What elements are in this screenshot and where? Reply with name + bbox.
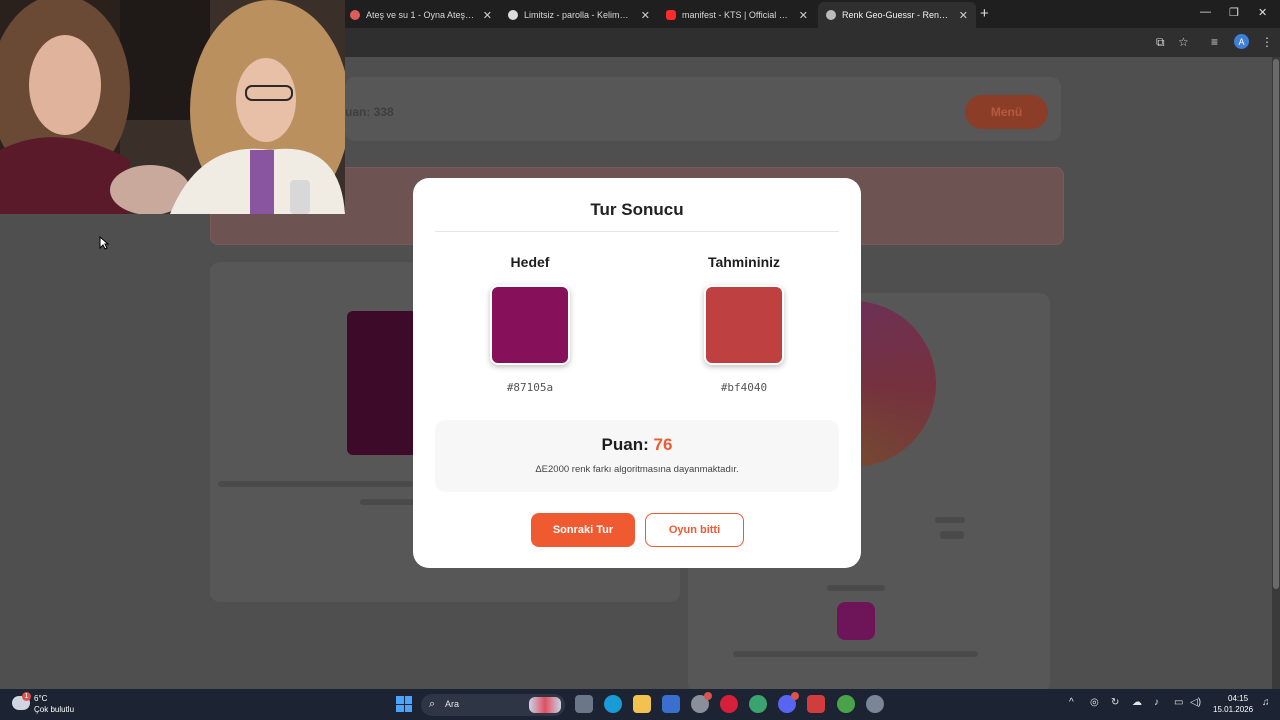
windows-start-icon[interactable] bbox=[396, 696, 412, 712]
score-note: ΔE2000 renk farkı algoritmasına dayanmak… bbox=[535, 464, 739, 475]
menu-button[interactable]: Menü bbox=[965, 95, 1048, 129]
selected-color-label bbox=[827, 585, 885, 591]
browser-app-icon[interactable] bbox=[749, 695, 767, 713]
task-view-icon[interactable] bbox=[575, 695, 593, 713]
volume-icon[interactable]: ◁) bbox=[1190, 697, 1201, 708]
page-scrollbar[interactable] bbox=[1272, 57, 1280, 689]
microphone-icon[interactable]: ♪ bbox=[1154, 697, 1159, 708]
stat-label bbox=[935, 517, 965, 523]
windows-taskbar: 1 6°C Çok bulutlu ⌕ Ara ^ ◎ ↻ ☁ ♪ ▭ ◁) 0… bbox=[0, 689, 1280, 720]
discord-icon[interactable] bbox=[778, 692, 799, 713]
edge-icon[interactable] bbox=[604, 695, 622, 713]
search-icon: ⌕ bbox=[429, 698, 436, 710]
selected-color-swatch bbox=[837, 602, 875, 640]
end-game-button[interactable]: Oyun bitti bbox=[645, 513, 744, 547]
translate-icon[interactable]: ⧉ bbox=[1156, 35, 1165, 50]
browser-tab-3[interactable]: manifest - KTS | Official Music V ✕ bbox=[658, 2, 816, 28]
next-round-button[interactable]: Sonraki Tur bbox=[531, 513, 635, 547]
taskbar-search[interactable]: ⌕ Ara bbox=[421, 694, 565, 716]
new-tab-icon[interactable]: + bbox=[980, 5, 989, 22]
close-window-icon[interactable]: ✕ bbox=[1258, 6, 1267, 19]
search-highlight-icon bbox=[529, 697, 561, 713]
target-color-swatch bbox=[347, 311, 417, 455]
divider bbox=[435, 231, 839, 232]
profile-avatar[interactable]: A bbox=[1234, 34, 1249, 49]
hint-text bbox=[360, 499, 415, 505]
round-result-modal: Tur Sonucu Hedef #87105a Tahmininiz #bf4… bbox=[413, 178, 861, 568]
restore-icon[interactable]: ❐ bbox=[1229, 6, 1239, 19]
modal-title: Tur Sonucu bbox=[590, 200, 684, 219]
target-label: Hedef bbox=[510, 254, 550, 270]
target-color-swatch bbox=[490, 285, 570, 365]
bookmark-star-icon[interactable]: ☆ bbox=[1178, 35, 1189, 49]
weather-alert-badge: 1 bbox=[22, 692, 31, 701]
browser-tab-4-active[interactable]: Renk Geo-Guessr - Renk Algıları ✕ bbox=[818, 2, 976, 28]
close-tab-icon[interactable]: ✕ bbox=[959, 9, 968, 22]
webcam-overlay bbox=[0, 0, 345, 214]
score-box: Puan: 76 ΔE2000 renk farkı algoritmasına… bbox=[435, 420, 839, 492]
guess-label: Tahmininiz bbox=[707, 254, 781, 270]
score-label: Puan: bbox=[601, 435, 649, 454]
weather-description[interactable]: Çok bulutlu bbox=[34, 705, 74, 714]
media-queue-icon[interactable]: ≡ bbox=[1211, 35, 1218, 49]
notification-bell-icon[interactable]: ♫ bbox=[1262, 697, 1270, 708]
globe-favicon-icon bbox=[826, 10, 836, 20]
tab-title: Limitsiz - parolla - Kelime oyunu bbox=[524, 10, 633, 20]
tab-title: Renk Geo-Guessr - Renk Algıları bbox=[842, 10, 951, 20]
guess-column: Tahmininiz #bf4040 bbox=[664, 254, 824, 394]
game-favicon-icon bbox=[350, 10, 360, 20]
mouse-cursor-icon bbox=[99, 236, 109, 250]
score-text: uan: 338 bbox=[345, 105, 394, 119]
tray-sync-icon[interactable]: ◎ bbox=[1090, 697, 1099, 708]
file-explorer-icon[interactable] bbox=[633, 695, 651, 713]
chatgpt-icon[interactable] bbox=[691, 692, 712, 713]
settings-gear-icon[interactable] bbox=[866, 695, 884, 713]
youtube-favicon-icon bbox=[666, 10, 676, 20]
tab-title: manifest - KTS | Official Music V bbox=[682, 10, 791, 20]
stat-value bbox=[940, 531, 964, 539]
browser-tab-2[interactable]: Limitsiz - parolla - Kelime oyunu ✕ bbox=[500, 2, 658, 28]
network-icon[interactable]: ▭ bbox=[1174, 697, 1183, 708]
selected-color-info bbox=[733, 651, 978, 657]
score-value: 76 bbox=[653, 435, 673, 454]
clock-date[interactable]: 15.01.2026 bbox=[1213, 705, 1253, 714]
minimize-icon[interactable]: — bbox=[1200, 6, 1211, 18]
close-tab-icon[interactable]: ✕ bbox=[641, 9, 650, 22]
guess-color-swatch bbox=[704, 285, 784, 365]
search-placeholder: Ara bbox=[445, 699, 460, 709]
scrollbar-thumb[interactable] bbox=[1273, 59, 1279, 589]
browser-tab-1[interactable]: Ateş ve su 1 - Oyna Ateş ve su ✕ bbox=[342, 2, 500, 28]
chrome-icon[interactable] bbox=[837, 695, 855, 713]
tray-chevron-up-icon[interactable]: ^ bbox=[1069, 697, 1074, 708]
weather-temperature[interactable]: 6°C bbox=[34, 694, 47, 703]
score-line: Puan: 76 bbox=[435, 435, 839, 455]
close-tab-icon[interactable]: ✕ bbox=[483, 9, 492, 22]
pinterest-icon[interactable] bbox=[720, 695, 738, 713]
microsoft-store-icon[interactable] bbox=[662, 695, 680, 713]
onedrive-cloud-icon[interactable]: ☁ bbox=[1132, 697, 1142, 708]
close-tab-icon[interactable]: ✕ bbox=[799, 9, 808, 22]
site-favicon-icon bbox=[508, 10, 518, 20]
hint-text bbox=[218, 481, 413, 487]
guess-hex: #bf4040 bbox=[720, 381, 768, 394]
more-menu-icon[interactable]: ⋮ bbox=[1261, 35, 1273, 49]
target-hex: #87105a bbox=[506, 381, 554, 394]
tab-title: Ateş ve su 1 - Oyna Ateş ve su bbox=[366, 10, 475, 20]
target-column: Hedef #87105a bbox=[450, 254, 610, 394]
clock-time[interactable]: 04:15 bbox=[1228, 694, 1248, 703]
media-app-icon[interactable] bbox=[807, 695, 825, 713]
webcam-image bbox=[0, 0, 345, 214]
header-card bbox=[345, 77, 1061, 141]
tray-refresh-icon[interactable]: ↻ bbox=[1111, 697, 1119, 708]
